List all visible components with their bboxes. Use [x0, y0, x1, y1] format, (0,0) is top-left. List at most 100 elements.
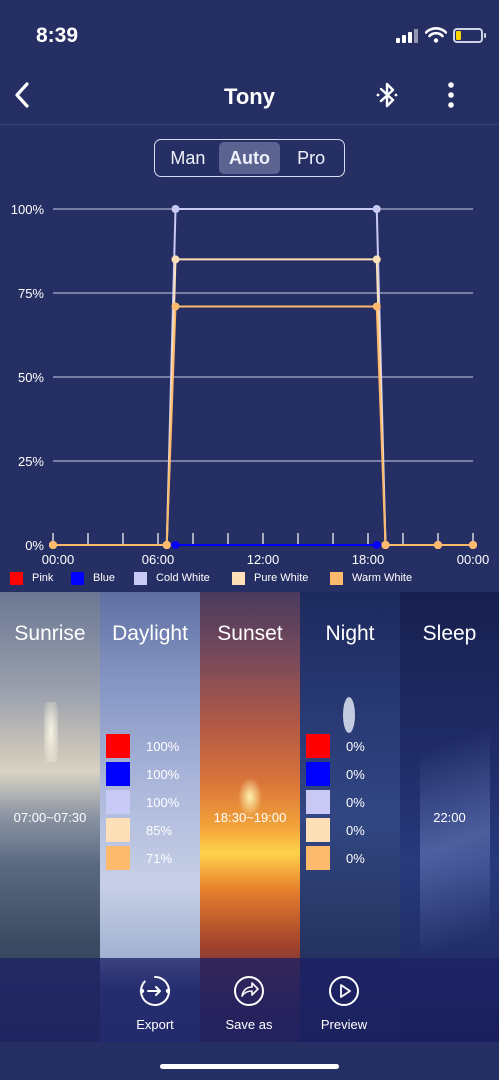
series-line-pure-white [53, 258, 473, 546]
legend-label-pink: Pink [32, 572, 54, 584]
legend-item-blue: Blue [71, 570, 115, 586]
level-value: 0% [346, 794, 365, 810]
action-bar: Export Save as Preview [0, 958, 499, 1042]
level-row-warm-white: 0% [306, 846, 396, 870]
level-swatch-warm-white [106, 846, 130, 870]
scene-name-sunrise: Sunrise [14, 622, 86, 645]
back-chevron-icon[interactable] [10, 80, 34, 110]
status-time: 8:39 [36, 24, 79, 47]
data-point-cold-white [171, 205, 180, 213]
level-row-cold-white: 100% [106, 790, 196, 814]
level-value: 0% [346, 766, 365, 782]
data-point-pure-white [171, 255, 180, 264]
legend-label-blue: Blue [93, 572, 116, 584]
level-value: 100% [146, 794, 180, 810]
data-point-cold-white [372, 205, 381, 213]
level-value: 71% [146, 850, 173, 866]
milky-way-glow [420, 682, 490, 1002]
data-point-warm-white [49, 541, 57, 549]
share-arrow-icon [234, 976, 264, 1006]
export-button[interactable]: Export [105, 974, 205, 1032]
legend-swatch-warm-white [330, 571, 343, 585]
scene-name-daylight: Daylight [112, 622, 188, 645]
x-tick-label: 06:00 [142, 552, 175, 567]
wifi-icon [425, 27, 447, 43]
legend-item-pure-white: Pure White [232, 570, 308, 586]
x-tick-label: 00:00 [457, 552, 490, 567]
export-label: Export [136, 1017, 174, 1032]
series-line-warm-white [53, 305, 473, 546]
y-tick-label: 0% [25, 538, 44, 553]
bluetooth-icon[interactable] [372, 80, 402, 110]
tab-pro[interactable]: Pro [280, 142, 342, 174]
scene-time-sunrise: 07:00~07:30 [13, 810, 87, 825]
x-tick-label: 00:00 [42, 552, 75, 567]
preview-button[interactable]: Preview [294, 974, 394, 1032]
legend-item-warm-white: Warm White [330, 570, 412, 586]
home-indicator-area [0, 1042, 499, 1080]
level-value: 0% [346, 850, 365, 866]
data-point-warm-white [171, 302, 180, 311]
data-point-pure-white [372, 255, 381, 264]
data-point-warm-white [434, 541, 442, 549]
legend-item-pink: Pink [10, 570, 53, 586]
level-value: 0% [346, 738, 365, 754]
legend-swatch-cold-white [134, 571, 147, 585]
level-swatch-blue [306, 762, 330, 786]
status-bar: 8:39 [0, 0, 499, 70]
tab-auto[interactable]: Auto [218, 142, 281, 174]
more-vertical-icon[interactable] [440, 80, 462, 110]
level-row-warm-white: 71% [106, 846, 196, 870]
save-as-label: Save as [225, 1017, 273, 1032]
data-point-warm-white [469, 541, 477, 549]
level-value: 100% [146, 738, 180, 754]
page-title: Tony [224, 84, 275, 109]
y-tick-label: 100% [11, 202, 45, 217]
chart-legend: Pink Blue Cold White Pure White Warm Whi… [0, 570, 499, 588]
level-value: 0% [346, 822, 365, 838]
export-icon [139, 976, 171, 1006]
level-swatch-pure-white [306, 818, 330, 842]
tab-man[interactable]: Man [157, 142, 219, 174]
legend-swatch-pink [10, 571, 23, 585]
home-indicator[interactable] [160, 1064, 339, 1069]
battery-icon [453, 28, 486, 43]
legend-swatch-pure-white [232, 571, 245, 585]
nav-bar: Tony [0, 70, 499, 125]
legend-label-warm-white: Warm White [352, 572, 413, 584]
y-tick-label: 50% [18, 370, 44, 385]
moon-glow [343, 697, 355, 733]
level-swatch-warm-white [306, 846, 330, 870]
scene-name-sleep: Sleep [422, 622, 477, 645]
level-swatch-cold-white [306, 790, 330, 814]
data-point-warm-white [372, 302, 381, 311]
x-tick-label: 18:00 [352, 552, 385, 567]
data-point-blue [372, 541, 381, 549]
scene-name-sunset: Sunset [217, 622, 283, 645]
sun-glow [44, 702, 58, 762]
play-icon [329, 976, 359, 1006]
level-row-pink: 0% [306, 734, 396, 758]
y-tick-label: 75% [18, 286, 44, 301]
level-swatch-blue [106, 762, 130, 786]
level-row-cold-white: 0% [306, 790, 396, 814]
level-swatch-pink [306, 734, 330, 758]
legend-swatch-blue [71, 571, 84, 585]
data-point-blue [171, 541, 180, 549]
legend-item-cold-white: Cold White [134, 570, 210, 586]
level-row-pure-white: 85% [106, 818, 196, 842]
scene-name-night: Night [325, 622, 375, 645]
schedule-chart[interactable]: 0% 25% 50% 75% 100% 00:00 06:00 12:00 18:00 00:00 [0, 190, 499, 570]
data-point-warm-white [162, 541, 171, 549]
level-value: 100% [146, 766, 180, 782]
scene-time-sunset: 18:30~19:00 [213, 810, 287, 825]
level-row-blue: 0% [306, 762, 396, 786]
save-as-button[interactable]: Save as [199, 974, 299, 1032]
mode-segmented-control: Man Auto Pro [154, 139, 345, 177]
preview-label: Preview [320, 1017, 368, 1032]
x-tick-label: 12:00 [247, 552, 280, 567]
level-value: 85% [146, 822, 173, 838]
legend-label-cold-white: Cold White [156, 572, 210, 584]
level-row-pink: 100% [106, 734, 196, 758]
data-point-warm-white [381, 541, 390, 549]
